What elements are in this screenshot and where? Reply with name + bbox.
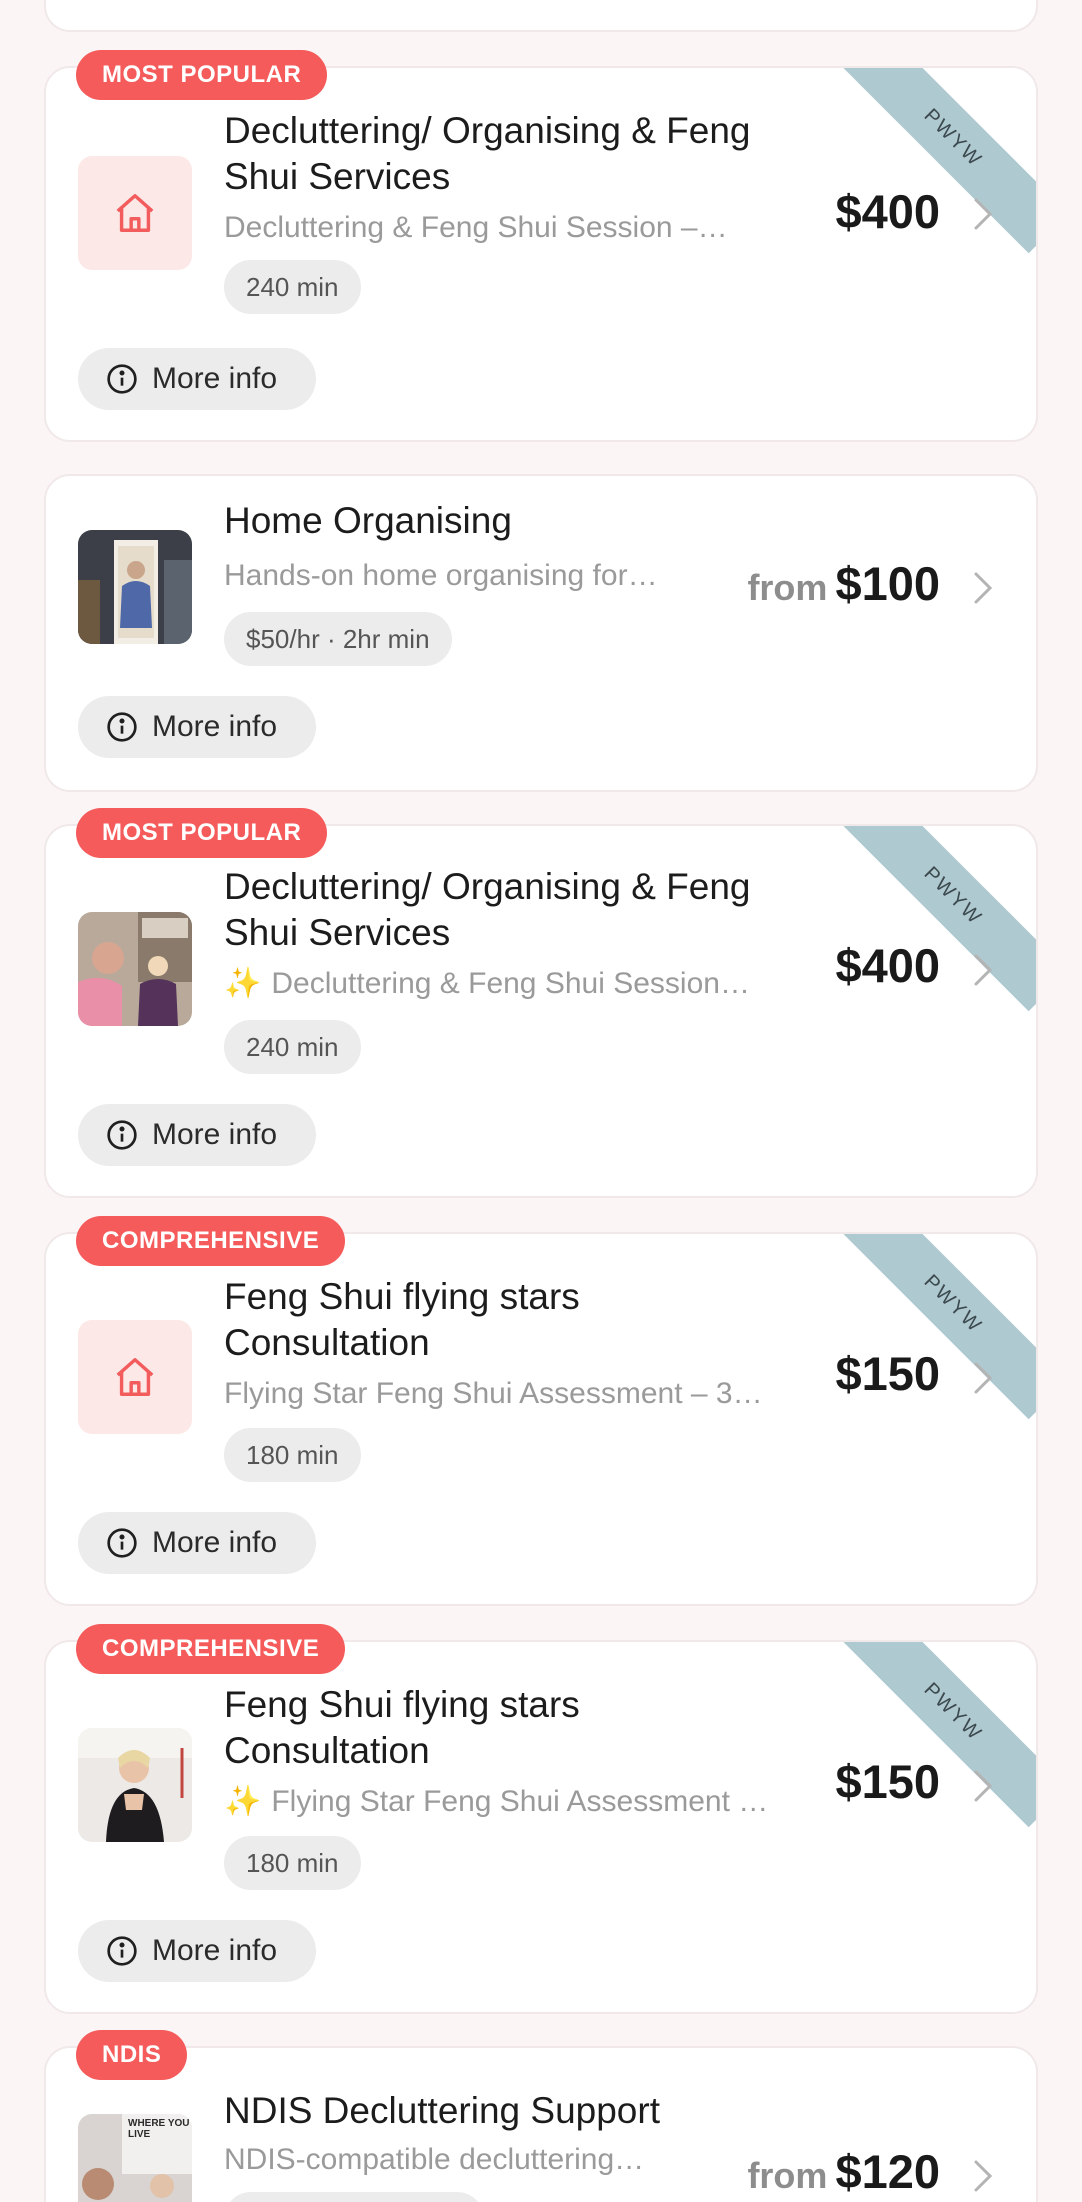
service-card[interactable]: PWYW Feng Shui flying stars Consultation… <box>44 1232 1038 1606</box>
service-title: Decluttering/ Organising & Feng Shui Ser… <box>224 110 751 197</box>
info-icon <box>106 711 138 743</box>
service-title: Feng Shui flying stars Consultation <box>224 1276 580 1363</box>
duration-pill <box>224 2192 484 2202</box>
price-value: $100 <box>835 557 940 610</box>
more-info-button[interactable]: More info <box>78 1920 316 1982</box>
service-card[interactable]: Home Organising Hands-on home organising… <box>44 474 1038 792</box>
sparkle-icon: ✨ <box>224 967 262 1000</box>
service-description: ✨ Flying Star Feng Shui Assessment … <box>224 1782 784 1822</box>
chevron-right-icon <box>974 954 993 986</box>
service-photo <box>78 1728 192 1842</box>
more-info-label: More info <box>152 1526 278 1559</box>
service-photo <box>78 530 192 644</box>
more-info-button[interactable]: More info <box>78 1104 316 1166</box>
chevron-right-icon <box>974 1770 993 1802</box>
info-icon <box>106 363 138 395</box>
info-icon <box>106 1527 138 1559</box>
service-description-text: Flying Star Feng Shui Assessment … <box>271 1785 769 1818</box>
chevron-right-icon <box>974 572 993 604</box>
home-icon <box>78 1320 192 1434</box>
service-title: Home Organising <box>224 500 512 541</box>
service-description: Decluttering & Feng Shui Session –… <box>224 211 728 244</box>
price: $150 <box>835 1754 940 1809</box>
badge-comprehensive: COMPREHENSIVE <box>76 1624 346 1674</box>
thumb-caption: WHERE YOU LIVE <box>128 2118 190 2140</box>
more-info-button[interactable]: More info <box>78 348 316 410</box>
service-card[interactable]: WHERE YOU LIVE NDIS Decluttering Support… <box>44 2046 1038 2202</box>
price: $150 <box>835 1346 940 1401</box>
info-icon <box>106 1119 138 1151</box>
chevron-right-icon <box>974 198 993 230</box>
duration-pill: 240 min <box>224 260 361 314</box>
service-card-previous[interactable] <box>44 0 1038 32</box>
price-prefix: from <box>747 567 828 608</box>
duration-pill: 240 min <box>224 1020 361 1074</box>
price-value: $120 <box>835 2145 940 2198</box>
more-info-label: More info <box>152 1934 278 1967</box>
price-value: $150 <box>835 1347 940 1400</box>
info-icon <box>106 1935 138 1967</box>
service-card[interactable]: PWYW Decluttering/ Organising & Feng Shu… <box>44 824 1038 1198</box>
service-card[interactable]: PWYW Decluttering/ Organising & Feng Shu… <box>44 66 1038 442</box>
more-info-button[interactable]: More info <box>78 1512 316 1574</box>
badge-ndis: NDIS <box>76 2030 188 2080</box>
service-description-text: Decluttering & Feng Shui Session… <box>271 967 750 1000</box>
price-value: $150 <box>835 1755 940 1808</box>
more-info-label: More info <box>152 1118 278 1151</box>
more-info-label: More info <box>152 710 278 743</box>
service-description: ✨ Decluttering & Feng Shui Session… <box>224 964 784 1004</box>
duration-pill: $50/hr · 2hr min <box>224 612 452 666</box>
more-info-button[interactable]: More info <box>78 696 316 758</box>
price: $400 <box>835 184 940 239</box>
chevron-right-icon <box>974 2160 993 2192</box>
badge-most-popular: MOST POPULAR <box>76 50 328 100</box>
service-title: NDIS Decluttering Support <box>224 2090 660 2131</box>
price-prefix: from <box>747 2155 828 2196</box>
price-value: $400 <box>835 939 940 992</box>
chevron-right-icon <box>974 1362 993 1394</box>
service-description: Flying Star Feng Shui Assessment – 3… <box>224 1377 763 1410</box>
service-photo <box>78 912 192 1026</box>
home-icon <box>78 156 192 270</box>
badge-comprehensive: COMPREHENSIVE <box>76 1216 346 1266</box>
service-title: Decluttering/ Organising & Feng Shui Ser… <box>224 866 751 953</box>
duration-pill: 180 min <box>224 1428 361 1482</box>
more-info-label: More info <box>152 362 278 395</box>
service-description: Hands-on home organising for… <box>224 559 658 592</box>
price: from $100 <box>747 556 940 611</box>
service-title: Feng Shui flying stars Consultation <box>224 1684 580 1771</box>
sparkle-icon: ✨ <box>224 1785 262 1818</box>
price: from $120 <box>747 2144 940 2199</box>
duration-pill: 180 min <box>224 1836 361 1890</box>
price: $400 <box>835 938 940 993</box>
service-photo: WHERE YOU LIVE <box>78 2114 192 2202</box>
badge-most-popular: MOST POPULAR <box>76 808 328 858</box>
price-value: $400 <box>835 185 940 238</box>
service-description: NDIS-compatible decluttering… <box>224 2143 645 2176</box>
service-card[interactable]: PWYW Feng Shui flying stars Consultation… <box>44 1640 1038 2014</box>
